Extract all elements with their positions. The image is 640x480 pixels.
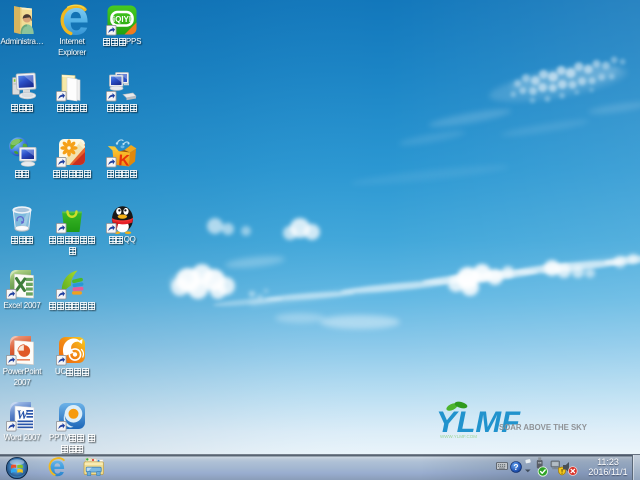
svg-text:iQIYI: iQIYI xyxy=(113,15,131,24)
svg-text:K: K xyxy=(118,152,131,168)
svg-text:WWW.YLMF.COM: WWW.YLMF.COM xyxy=(440,434,477,439)
svg-text:?: ? xyxy=(513,462,518,472)
svg-text:SOAR ABOVE THE SKY: SOAR ABOVE THE SKY xyxy=(499,423,588,432)
